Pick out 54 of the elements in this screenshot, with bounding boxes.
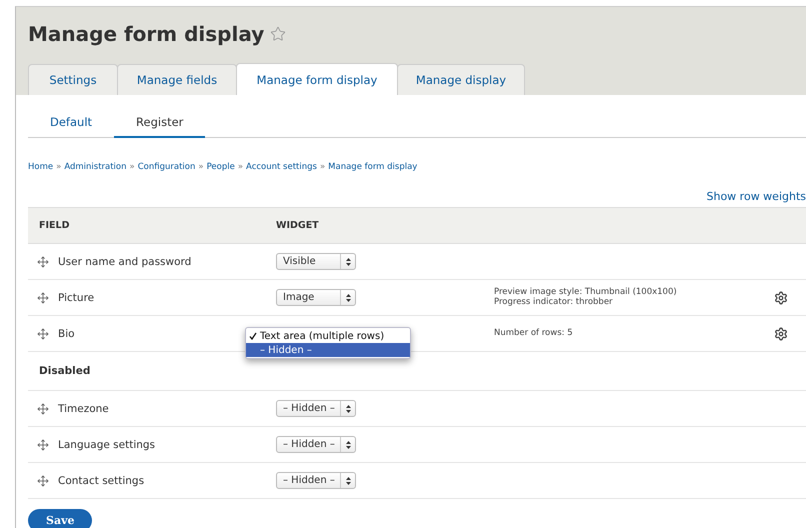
drag-handle-icon[interactable] xyxy=(37,256,49,268)
tab[interactable]: Manage form display xyxy=(236,63,398,95)
widget-summary: Number of rows: 5 xyxy=(494,328,574,338)
breadcrumb-link[interactable]: Manage form display xyxy=(328,162,418,172)
drag-handle-icon[interactable] xyxy=(37,402,49,414)
breadcrumb-link[interactable]: Home xyxy=(28,162,54,172)
field-label: Picture xyxy=(58,292,94,304)
breadcrumb-separator: » xyxy=(130,162,135,172)
breadcrumb-separator: » xyxy=(238,162,244,172)
widget-select[interactable]: Image xyxy=(276,289,356,306)
tab[interactable]: Settings xyxy=(28,64,118,95)
region-heading: Disabled xyxy=(38,365,90,377)
stepper-arrows-icon xyxy=(346,258,350,266)
tab[interactable]: Manage display xyxy=(397,64,525,95)
field-label: User name and password xyxy=(58,256,192,268)
stepper-arrows-icon xyxy=(346,404,350,412)
drag-handle-icon[interactable] xyxy=(37,474,49,486)
widget-select[interactable]: – Hidden – xyxy=(276,472,356,489)
stepper-arrows-icon xyxy=(346,294,350,302)
widget-select[interactable]: – Hidden – xyxy=(276,400,356,417)
field-label: Bio xyxy=(58,328,75,340)
check-icon xyxy=(249,332,257,340)
breadcrumb-separator: » xyxy=(320,162,326,172)
breadcrumb-link[interactable]: Configuration xyxy=(138,162,196,172)
widget-summary: Preview image style: Thumbnail (100x100) xyxy=(494,288,678,298)
page-title: Manage form display xyxy=(28,22,264,46)
widget-select[interactable]: – Hidden – xyxy=(276,436,356,453)
show-row-weights-link[interactable]: Show row weights xyxy=(706,190,806,207)
settings-icon[interactable] xyxy=(774,326,788,340)
field-label: Language settings xyxy=(58,438,156,450)
drag-handle-icon[interactable] xyxy=(37,438,49,450)
stepper-arrows-icon xyxy=(346,440,350,448)
stepper-arrows-icon xyxy=(346,476,350,484)
field-label: Contact settings xyxy=(58,474,144,486)
secondary-tab[interactable]: Default xyxy=(28,109,114,138)
drag-handle-icon[interactable] xyxy=(37,292,49,304)
breadcrumb-link[interactable]: Administration xyxy=(64,162,127,172)
breadcrumb-separator: » xyxy=(198,162,204,172)
menu-option[interactable]: – Hidden – xyxy=(246,343,410,357)
menu-option[interactable]: Text area (multiple rows) xyxy=(246,329,410,343)
column-header: FIELD xyxy=(38,220,70,231)
widget-select[interactable]: Visible xyxy=(276,253,356,270)
star-icon[interactable] xyxy=(270,26,286,42)
column-header: WIDGET xyxy=(276,220,320,231)
tab[interactable]: Manage fields xyxy=(117,64,237,95)
secondary-tab[interactable]: Register xyxy=(114,109,206,138)
settings-icon[interactable] xyxy=(774,290,788,304)
save-button[interactable]: Save xyxy=(28,509,92,528)
widget-summary: Progress indicator: throbber xyxy=(494,298,614,308)
breadcrumb-link[interactable]: Account settings xyxy=(246,162,317,172)
drag-handle-icon[interactable] xyxy=(37,328,49,340)
breadcrumb-link[interactable]: People xyxy=(206,162,235,172)
field-label: Timezone xyxy=(58,402,109,414)
breadcrumb-separator: » xyxy=(56,162,62,172)
